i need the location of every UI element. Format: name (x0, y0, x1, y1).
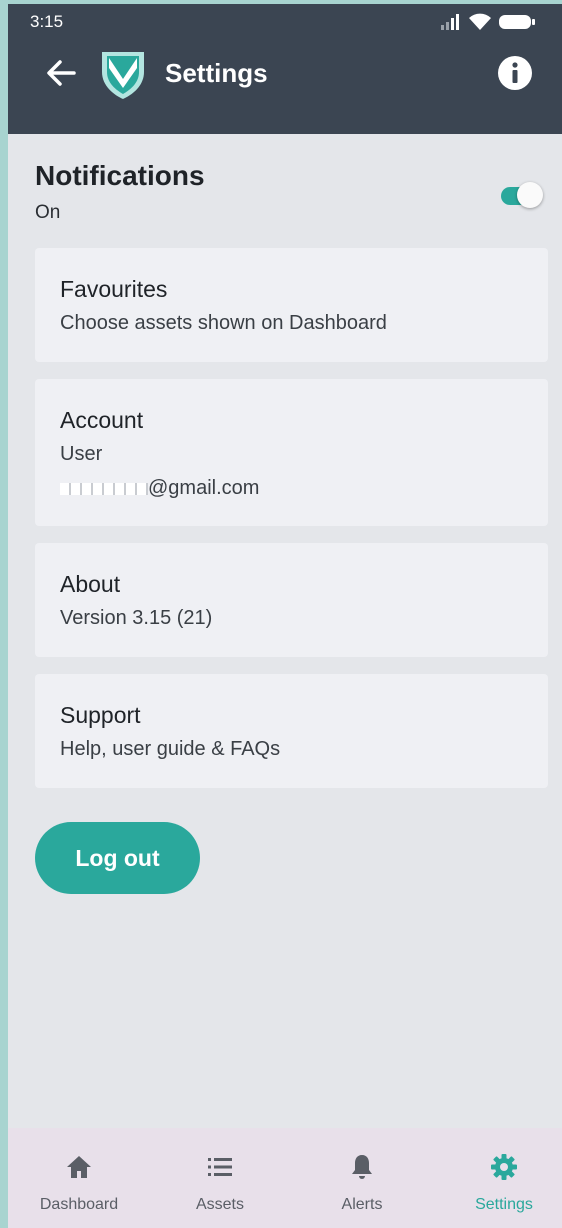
support-subtitle: Help, user guide & FAQs (60, 738, 281, 760)
nav-label-alerts: Alerts (341, 1196, 383, 1213)
nav-item-dashboard[interactable]: Dashboard (10, 1128, 148, 1228)
status-time: 3:15 (30, 12, 64, 31)
bottom-navigation: Dashboard Assets Alerts Settings (8, 1128, 562, 1228)
account-email-domain: @gmail.com (148, 477, 260, 499)
support-title: Support (60, 702, 141, 728)
info-icon[interactable] (496, 54, 534, 92)
about-version: Version 3.15 (21) (60, 607, 213, 629)
app-bar: 3:15 Settings (8, 4, 562, 134)
notifications-state: On (35, 202, 61, 223)
favourites-subtitle: Choose assets shown on Dashboard (60, 312, 387, 334)
about-title: About (60, 571, 121, 597)
account-user-label: User (60, 443, 103, 465)
wifi-icon (469, 13, 491, 30)
notifications-toggle[interactable] (499, 180, 545, 210)
nav-item-assets[interactable]: Assets (151, 1128, 289, 1228)
logout-button[interactable]: Log out (35, 822, 200, 894)
favourites-card[interactable]: Favourites Choose assets shown on Dashbo… (35, 248, 548, 362)
back-arrow-icon[interactable] (44, 56, 78, 90)
redacted-text (60, 482, 148, 495)
notifications-title: Notifications (35, 160, 205, 191)
gear-icon (491, 1154, 517, 1180)
nav-label-assets: Assets (195, 1196, 244, 1213)
toggle-knob (517, 182, 543, 208)
status-icons (440, 13, 536, 31)
list-icon (208, 1158, 232, 1176)
page-title: Settings (165, 58, 268, 88)
favourites-title: Favourites (60, 276, 168, 302)
battery-icon (499, 15, 535, 29)
nav-item-alerts[interactable]: Alerts (293, 1128, 431, 1228)
about-card[interactable]: About Version 3.15 (21) (35, 543, 548, 657)
support-card[interactable]: Support Help, user guide & FAQs (35, 674, 548, 788)
account-email: @gmail.com (60, 477, 259, 500)
bell-icon (352, 1155, 372, 1179)
home-icon (67, 1156, 91, 1178)
signal-icon (441, 14, 459, 30)
nav-label-dashboard: Dashboard (39, 1196, 119, 1213)
account-card[interactable]: Account User @gmail.com (35, 379, 548, 526)
nav-item-settings[interactable]: Settings (435, 1128, 562, 1228)
account-title: Account (60, 407, 144, 433)
app-logo-shield-icon (102, 52, 144, 99)
nav-label-settings: Settings (475, 1196, 533, 1213)
app-screen: 3:15 Settings Notifications On Favourite… (8, 4, 562, 1228)
